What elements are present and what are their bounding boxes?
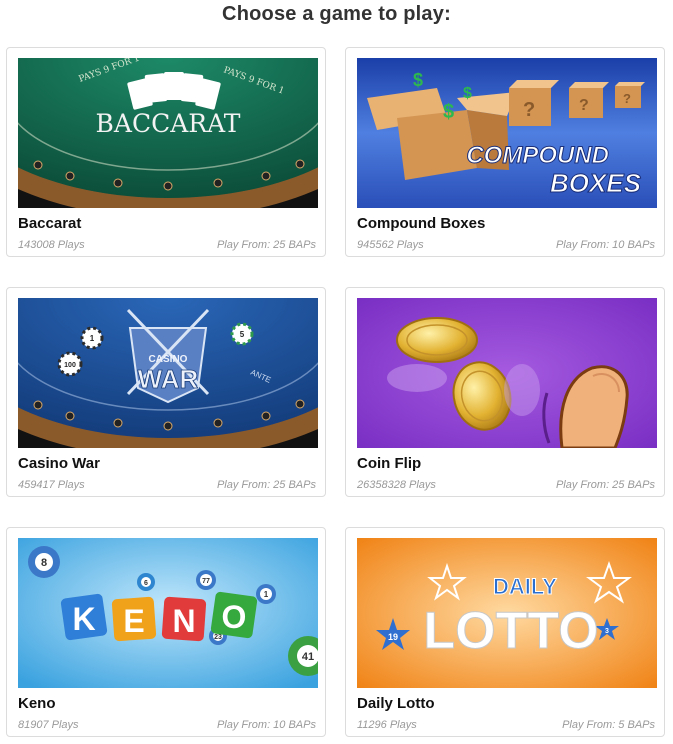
- chip-label: 5: [240, 330, 245, 339]
- money-symbol: $: [463, 85, 472, 102]
- game-card-baccarat[interactable]: PAYS 9 FOR 1 PAYS 9 FOR 1 BACCARAT Bacca…: [6, 47, 326, 257]
- play-count: 26358328 Plays: [357, 479, 436, 491]
- keno-letter: K: [72, 601, 95, 637]
- play-count: 143008 Plays: [18, 239, 85, 251]
- star-number: 19: [388, 632, 398, 642]
- question-mark: ?: [579, 97, 589, 114]
- play-price: Play From: 5 BAPs: [562, 719, 655, 731]
- ball-number: 41: [302, 651, 314, 663]
- play-price: Play From: 25 BAPs: [216, 479, 316, 491]
- game-name: Keno: [18, 695, 56, 712]
- casino-war-thumbnail[interactable]: CASINO WAR 1 100 5 ANTE: [18, 298, 318, 448]
- game-card-daily-lotto[interactable]: 19 3 DAILY LOTTO Daily Lotto 11296 Plays…: [345, 527, 665, 737]
- game-name: Daily Lotto: [357, 695, 435, 712]
- casino-war-logo-line2: WAR: [138, 364, 199, 394]
- ball-number: 77: [202, 578, 210, 585]
- ball-number: 8: [41, 557, 47, 569]
- money-symbol: $: [413, 70, 423, 90]
- game-name: Baccarat: [18, 215, 82, 232]
- game-card-keno[interactable]: 8 6 77 1 23 41 K E N O Keno 81907 Plays …: [6, 527, 326, 737]
- baccarat-thumbnail[interactable]: PAYS 9 FOR 1 PAYS 9 FOR 1 BACCARAT: [18, 58, 318, 208]
- money-symbol: $: [443, 101, 454, 123]
- question-mark: ?: [523, 99, 535, 121]
- chip-label: 1: [90, 334, 95, 343]
- play-price: Play From: 25 BAPs: [555, 479, 655, 491]
- game-name: Casino War: [18, 455, 100, 472]
- daily-lotto-thumbnail[interactable]: 19 3 DAILY LOTTO: [357, 538, 657, 688]
- lotto-logo-line1: DAILY: [493, 574, 557, 599]
- play-count: 459417 Plays: [18, 479, 85, 491]
- compound-boxes-thumbnail[interactable]: $ $ $ ? ? ? COMPOUND BOXES: [357, 58, 657, 208]
- star-number: 3: [605, 628, 609, 635]
- compound-logo-line1: COMPOUND: [466, 142, 609, 169]
- play-price: Play From: 25 BAPs: [216, 239, 316, 251]
- compound-logo-line2: BOXES: [550, 168, 642, 198]
- chip-label: 100: [64, 362, 76, 369]
- keno-letter: N: [172, 603, 195, 639]
- ball-number: 6: [144, 580, 148, 587]
- game-name: Coin Flip: [357, 455, 422, 472]
- play-price: Play From: 10 BAPs: [216, 719, 316, 731]
- game-name: Compound Boxes: [357, 215, 486, 232]
- game-card-compound-boxes[interactable]: $ $ $ ? ? ? COMPOUND BOXES Compound Boxe…: [345, 47, 665, 257]
- ball-number: 23: [214, 634, 222, 641]
- game-card-casino-war[interactable]: CASINO WAR 1 100 5 ANTE Casino War 45941…: [6, 287, 326, 497]
- play-price: Play From: 10 BAPs: [555, 239, 655, 251]
- play-count: 81907 Plays: [18, 719, 79, 731]
- lotto-logo-line2: LOTTO: [423, 602, 598, 660]
- keno-letter: O: [222, 599, 247, 635]
- play-count: 11296 Plays: [357, 719, 417, 731]
- play-count: 945562 Plays: [357, 239, 424, 251]
- question-mark: ?: [623, 91, 631, 106]
- coin-icon: [396, 317, 478, 363]
- game-card-coin-flip[interactable]: Coin Flip 26358328 Plays Play From: 25 B…: [345, 287, 665, 497]
- keno-letter: E: [123, 603, 144, 639]
- keno-thumbnail[interactable]: 8 6 77 1 23 41 K E N O: [18, 538, 318, 688]
- ball-number: 1: [264, 590, 269, 599]
- page-title: Choose a game to play:: [222, 3, 451, 25]
- coin-flip-thumbnail[interactable]: [357, 298, 657, 448]
- baccarat-logo: BACCARAT: [96, 109, 241, 138]
